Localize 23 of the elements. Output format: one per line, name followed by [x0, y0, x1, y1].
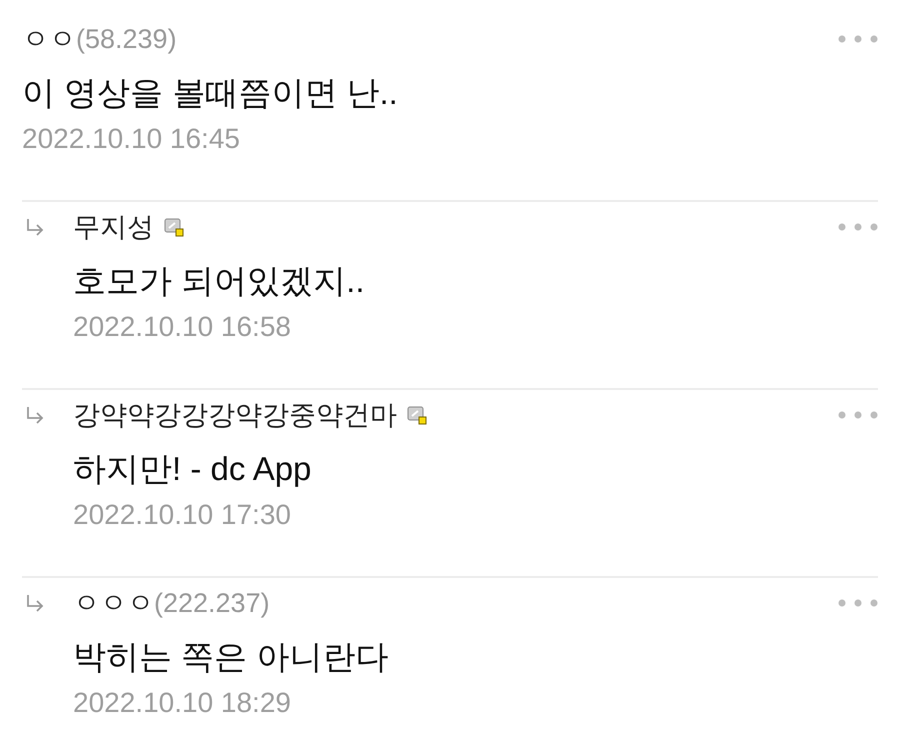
author-name[interactable]: 강약약강강강약강중약건마 — [73, 395, 397, 435]
comment-date: 2022.10.10 17:30 — [73, 498, 292, 532]
comment-date: 2022.10.10 18:29 — [73, 686, 292, 720]
comment-text: 박히는 쪽은 아니란다 — [73, 637, 390, 677]
comment-date: 2022.10.10 16:45 — [22, 122, 241, 156]
ip-address: (222.237) — [154, 587, 270, 620]
author-name[interactable]: ㅇㅇ — [22, 19, 76, 59]
more-icon — [838, 411, 878, 419]
reply-arrow-icon — [25, 593, 45, 613]
more-icon — [838, 223, 878, 231]
author-name[interactable]: ㅇㅇㅇ — [73, 583, 154, 623]
more-icon — [838, 35, 878, 43]
comment-date: 2022.10.10 16:58 — [73, 310, 292, 344]
comment-text: 하지만! - dc App — [73, 449, 312, 489]
comment-text: 호모가 되어있겠지.. — [73, 261, 366, 301]
reply-arrow-icon — [25, 405, 45, 425]
ip-address: (58.239) — [76, 23, 177, 56]
member-badge-icon — [407, 406, 427, 424]
comment-text: 이 영상을 볼때쯤이면 난.. — [22, 73, 399, 113]
member-badge-icon — [164, 218, 184, 236]
author-name[interactable]: 무지성 — [73, 207, 154, 247]
reply-arrow-icon — [25, 217, 45, 237]
more-icon — [838, 599, 878, 607]
